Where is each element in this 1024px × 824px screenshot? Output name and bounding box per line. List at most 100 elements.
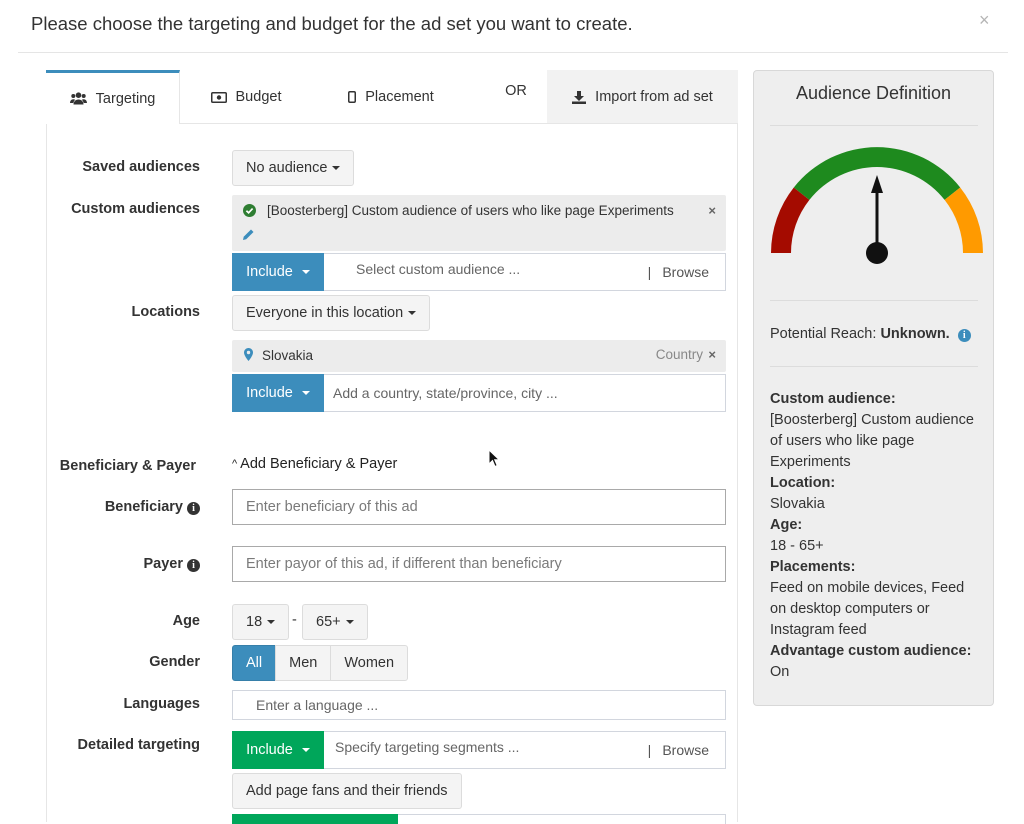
tab-budget-label: Budget <box>235 89 282 105</box>
potential-reach-label: Potential Reach: <box>770 326 877 342</box>
add-page-fans-button[interactable]: Add page fans and their friends <box>232 773 462 809</box>
panel-right-border <box>737 124 738 822</box>
beneficiary-label: Beneficiary i <box>105 499 200 515</box>
summary-value: 18 - 65+ <box>770 538 824 554</box>
detailed-targeting-include-button[interactable]: Include <box>232 731 324 769</box>
gender-women-button[interactable]: Women <box>330 645 409 681</box>
include-label: Include <box>246 742 293 758</box>
panel-divider <box>770 300 978 301</box>
gauge-needle-tip <box>871 175 883 193</box>
tab-import-label: Import from ad set <box>595 89 713 105</box>
panel-left-border <box>46 124 47 822</box>
audience-definition-panel: Audience Definition Potential Reach: Unk… <box>753 70 994 706</box>
tab-import-from-ad-set[interactable]: Import from ad set <box>547 70 738 124</box>
header-divider <box>18 52 1008 53</box>
detailed-targeting-search-input[interactable]: Specify targeting segments ... <box>335 729 519 765</box>
summary-heading: Location: <box>770 475 836 491</box>
beneficiary-payer-label: Beneficiary & Payer <box>59 458 196 474</box>
languages-label: Languages <box>123 696 200 712</box>
mouse-cursor-icon <box>488 448 501 471</box>
remove-location-icon[interactable]: × <box>708 347 716 362</box>
age-max-value: 65+ <box>316 614 341 630</box>
gender-men-button[interactable]: Men <box>275 645 332 681</box>
audience-gauge-icon <box>771 147 983 264</box>
location-search-input[interactable]: Add a country, state/province, city ... <box>333 375 558 411</box>
add-beneficiary-payer-label: Add Beneficiary & Payer <box>240 456 398 472</box>
add-beneficiary-payer-toggle[interactable]: ^ Add Beneficiary & Payer <box>232 456 397 472</box>
remove-audience-icon[interactable]: × <box>708 203 716 218</box>
browse-label: Browse <box>662 264 709 280</box>
custom-audience-input-group: Include Select custom audience ... | Brow… <box>232 253 726 291</box>
saved-audiences-dropdown[interactable]: No audience <box>232 150 355 186</box>
info-icon[interactable]: i <box>187 502 200 515</box>
locations-label: Locations <box>131 304 200 320</box>
custom-audience-search-input[interactable]: Select custom audience ... <box>356 251 520 287</box>
saved-audiences-label: Saved audiences <box>82 159 200 175</box>
location-include-button[interactable]: Include <box>232 374 324 412</box>
age-min-value: 18 <box>246 614 263 630</box>
caret-down-icon <box>345 620 354 624</box>
summary-heading: Custom audience: <box>770 391 896 407</box>
panel-divider <box>770 366 978 367</box>
custom-audience-chip-text: [Boosterberg] Custom audience of users w… <box>267 203 674 218</box>
tabs-underline <box>180 123 738 124</box>
tab-budget[interactable]: Budget <box>186 70 306 124</box>
beneficiary-input[interactable]: Enter beneficiary of this ad <box>232 489 726 525</box>
languages-input[interactable]: Enter a language ... <box>232 690 726 720</box>
audience-summary: Custom audience: [Boosterberg] Custom au… <box>770 389 984 683</box>
payer-input[interactable]: Enter payor of this ad, if different tha… <box>232 546 726 582</box>
age-min-dropdown[interactable]: 18 <box>232 604 290 640</box>
gender-all-button[interactable]: All <box>232 645 277 681</box>
summary-heading: Age: <box>770 517 803 533</box>
tab-bar: Targeting Budget Placement OR Import fro… <box>46 70 738 124</box>
caret-down-icon <box>267 620 276 624</box>
mobile-icon <box>348 91 357 103</box>
next-include-button-partial[interactable] <box>232 814 398 824</box>
summary-value: Slovakia <box>770 496 825 512</box>
download-icon <box>572 90 587 104</box>
age-label: Age <box>172 613 200 629</box>
custom-audience-include-button[interactable]: Include <box>232 253 324 291</box>
beneficiary-label-text: Beneficiary <box>104 499 183 515</box>
include-label: Include <box>246 385 293 401</box>
caret-down-icon <box>332 166 341 170</box>
info-icon[interactable]: i <box>187 559 200 572</box>
gauge-hub <box>866 242 888 264</box>
tab-targeting-label: Targeting <box>95 90 156 107</box>
location-chip: Slovakia Country × <box>232 340 726 372</box>
users-icon <box>69 92 87 105</box>
detailed-targeting-browse-link[interactable]: | Browse <box>648 732 709 768</box>
age-separator: - <box>292 612 297 628</box>
summary-heading: Placements: <box>770 559 856 575</box>
modal-title: Please choose the targeting and budget f… <box>31 13 633 34</box>
summary-value: [Boosterberg] Custom audience of users w… <box>770 412 974 470</box>
money-icon <box>210 91 227 103</box>
separator-bar: | <box>647 264 652 280</box>
summary-value: Feed on mobile devices, Feed on desktop … <box>770 580 965 638</box>
location-mode-value: Everyone in this location <box>246 305 404 321</box>
pencil-icon[interactable] <box>242 228 255 244</box>
gauge-orange-zone <box>944 187 983 253</box>
tab-placement[interactable]: Placement <box>316 70 466 124</box>
potential-reach-value: Unknown. <box>880 326 950 342</box>
potential-reach: Potential Reach: Unknown. i <box>770 326 971 342</box>
close-icon[interactable]: × <box>979 10 990 31</box>
age-max-dropdown[interactable]: 65+ <box>302 604 368 640</box>
next-input-group-partial <box>232 814 726 824</box>
tab-placement-label: Placement <box>365 89 434 105</box>
caret-down-icon <box>301 270 310 274</box>
custom-audience-chip: [Boosterberg] Custom audience of users w… <box>232 195 726 251</box>
detailed-targeting-input-group: Include Specify targeting segments ... |… <box>232 731 726 769</box>
audience-definition-title: Audience Definition <box>795 83 952 103</box>
detailed-targeting-label: Detailed targeting <box>77 737 200 753</box>
location-mode-dropdown[interactable]: Everyone in this location <box>232 295 431 331</box>
location-chip-text: Slovakia <box>262 348 314 363</box>
caret-down-icon <box>301 748 310 752</box>
or-divider-text: OR <box>505 83 527 99</box>
custom-audience-browse-link[interactable]: | Browse <box>648 254 709 290</box>
gender-label: Gender <box>149 654 200 670</box>
tab-targeting[interactable]: Targeting <box>46 70 180 124</box>
info-icon[interactable]: i <box>957 329 971 342</box>
payer-label: Payer i <box>143 556 200 572</box>
gauge-red-zone <box>771 187 810 253</box>
